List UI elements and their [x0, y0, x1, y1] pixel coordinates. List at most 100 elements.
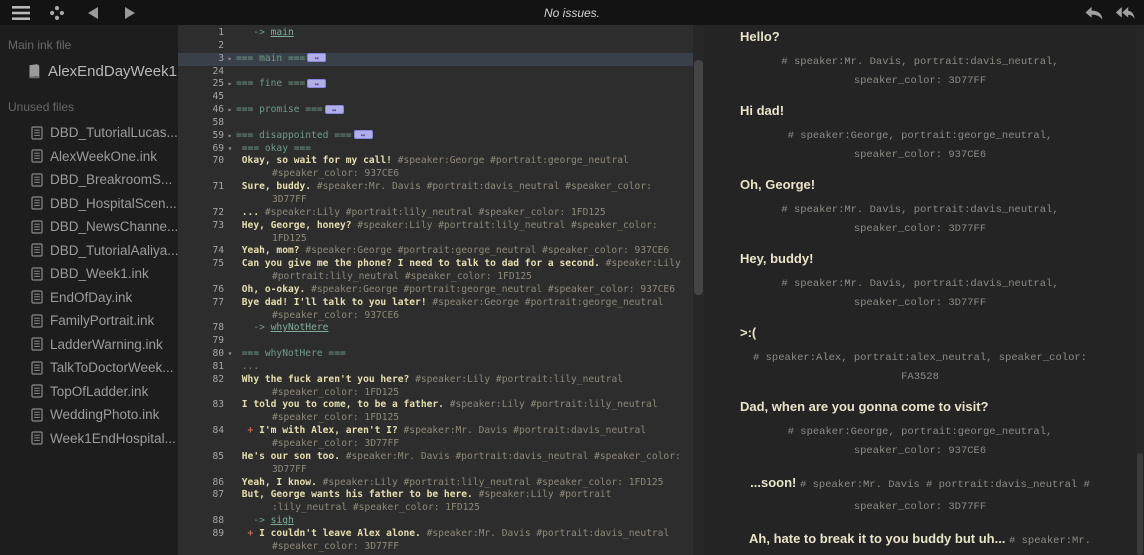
code-line[interactable]: 58 — [178, 117, 693, 130]
code-line[interactable]: 46 ▸ === promise === ↔ — [178, 104, 693, 117]
sidebar-file-item[interactable]: DBD_Week1.ink — [0, 262, 178, 286]
fold-gutter — [224, 451, 236, 464]
fold-badge[interactable]: ↔ — [353, 130, 373, 140]
code-line-wrap[interactable]: #portrait:lily_neutral #speaker_color: 1… — [178, 271, 693, 284]
fold-badge[interactable]: ↔ — [307, 53, 327, 63]
editor-scrollbar[interactable] — [693, 25, 704, 555]
code-line[interactable]: 88 -> sigh — [178, 515, 693, 528]
code-editor[interactable]: 1 -> main 2 3 ▸ === main === ↔ 24 25 ▸ === fine =… — [178, 25, 693, 555]
sidebar-file-item[interactable]: DBD_TutorialLucas... — [0, 121, 178, 145]
divert-link[interactable]: main — [271, 27, 294, 38]
fold-collapsed-icon[interactable]: ▸ — [224, 53, 236, 66]
file-name: DBD_NewsChanne... — [50, 219, 178, 235]
fold-gutter — [224, 40, 236, 53]
sidebar-file-item[interactable]: AlexWeekOne.ink — [0, 145, 178, 169]
undo-icon[interactable] — [1082, 4, 1104, 22]
code-line[interactable]: 72 ... #speaker:Lily #portrait:lily_neut… — [178, 207, 693, 220]
fold-collapsed-icon[interactable]: ▸ — [224, 78, 236, 91]
code-line-wrap[interactable]: #speaker_color: 3D77FF — [178, 541, 693, 554]
line-number: 45 — [212, 91, 224, 103]
code-line[interactable]: 89 + I couldn't leave Alex alone. #speak… — [178, 528, 693, 541]
code-line-wrap[interactable]: #speaker_color: 937CE6 — [178, 310, 693, 323]
code-segment-tag: #speaker:George #portrait:george_neutral… — [305, 245, 670, 257]
code-line[interactable]: 86 Yeah, I know. #speaker:Lily #portrait… — [178, 477, 693, 490]
code-line[interactable]: 78 -> whyNotHere — [178, 322, 693, 335]
code-line-wrap[interactable]: #speaker_color: 1FD125 — [178, 387, 693, 400]
divert-link[interactable]: sigh — [271, 515, 294, 526]
code-text: Why the fuck aren't you here? #speaker:L… — [236, 374, 693, 387]
code-line[interactable]: 87 But, George wants his father to be he… — [178, 489, 693, 502]
code-line[interactable]: 2 — [178, 40, 693, 53]
main-ink-file-item[interactable]: AlexEndDayWeek1... — [0, 59, 178, 83]
code-line-wrap[interactable]: #speaker_color: 937CE6 — [178, 168, 693, 181]
code-text: === main === ↔ — [236, 53, 693, 66]
line-number: 85 — [212, 450, 224, 462]
fold-gutter — [224, 91, 236, 104]
code-line[interactable]: 85 He's our son too. #speaker:Mr. Davis … — [178, 451, 693, 464]
code-line-wrap[interactable]: 1FD125 — [178, 233, 693, 246]
sidebar-file-item[interactable]: DBD_TutorialAaliya... — [0, 239, 178, 263]
sidebar-file-item[interactable]: Week1EndHospital... — [0, 427, 178, 451]
story-inline-line: ...soon! # speaker:Mr. Davis # portrait:… — [710, 473, 1130, 495]
code-segment-tag: #speaker:Mr. Davis #portrait:davis_neutr… — [316, 181, 652, 193]
unused-file-list: DBD_TutorialLucas... AlexWeekOne.ink DBD_B… — [0, 121, 178, 450]
code-segment-dialog: I'm with Alex, aren't I? — [259, 425, 404, 437]
code-line[interactable]: 79 — [178, 335, 693, 348]
sidebar-file-item[interactable]: WeddingPhoto.ink — [0, 403, 178, 427]
fold-open-icon[interactable]: ▾ — [224, 143, 236, 156]
story-dialogue-text: ...soon! — [750, 475, 800, 490]
code-line[interactable]: 59 ▸ === disappointed === ↔ — [178, 130, 693, 143]
code-line[interactable]: 25 ▸ === fine === ↔ — [178, 78, 693, 91]
code-line[interactable]: 3 ▸ === main === ↔ — [178, 52, 693, 66]
file-icon — [31, 431, 43, 445]
sidebar-file-item[interactable]: DBD_BreakroomS... — [0, 168, 178, 192]
code-line[interactable]: 74 Yeah, mom? #speaker:George #portrait:… — [178, 245, 693, 258]
fold-badge[interactable]: ↔ — [324, 104, 344, 114]
code-line[interactable]: 77 Bye dad! I'll talk to you later! #spe… — [178, 297, 693, 310]
rewind-icon[interactable] — [1114, 4, 1136, 22]
code-line[interactable]: 76 Oh, o-okay. #speaker:George #portrait… — [178, 284, 693, 297]
code-line[interactable]: 71 Sure, buddy. #speaker:Mr. Davis #port… — [178, 181, 693, 194]
sidebar-file-item[interactable]: TalkToDoctorWeek... — [0, 356, 178, 380]
sidebar-file-item[interactable]: DBD_HospitalScen... — [0, 192, 178, 216]
divert-link[interactable]: whyNotHere — [271, 322, 329, 333]
code-line-wrap[interactable]: #speaker_color: 3D77FF — [178, 438, 693, 451]
editor-scrollbar-thumb[interactable] — [694, 60, 703, 295]
back-icon[interactable] — [82, 4, 104, 22]
code-line[interactable]: 24 — [178, 66, 693, 79]
fold-open-icon[interactable]: ▾ — [224, 348, 236, 361]
sidebar-file-item[interactable]: EndOfDay.ink — [0, 286, 178, 310]
code-segment-tag: ... — [236, 360, 260, 372]
code-line[interactable]: 80 ▾ === whyNotHere === — [178, 348, 693, 361]
code-line[interactable]: 75 Can you give me the phone? I need to … — [178, 258, 693, 271]
code-line[interactable]: 1 -> main — [178, 27, 693, 40]
code-line-wrap[interactable]: #speaker_color: 1FD125 — [178, 412, 693, 425]
code-line[interactable]: 69 ▾ === okay === — [178, 143, 693, 156]
ink-clover-icon[interactable] — [46, 4, 68, 22]
player-scrollbar-thumb[interactable] — [1137, 453, 1143, 555]
code-line[interactable]: 73 Hey, George, honey? #speaker:Lily #po… — [178, 220, 693, 233]
code-segment-tag: #speaker:George #portrait:george_neutral — [432, 296, 664, 308]
code-line-wrap[interactable]: 3D77FF — [178, 464, 693, 477]
sidebar-file-item[interactable]: TopOfLadder.ink — [0, 380, 178, 404]
code-line[interactable]: 81 ... — [178, 361, 693, 374]
menu-icon[interactable] — [10, 4, 32, 22]
code-line[interactable]: 45 — [178, 91, 693, 104]
code-segment-dialog: Oh, o-okay. — [236, 283, 312, 295]
code-line[interactable]: 70 Okay, so wait for my call! #speaker:G… — [178, 155, 693, 168]
sidebar-file-item[interactable]: LadderWarning.ink — [0, 333, 178, 357]
fold-gutter — [224, 117, 236, 130]
sidebar-file-item[interactable]: FamilyPortrait.ink — [0, 309, 178, 333]
fold-badge[interactable]: ↔ — [307, 78, 327, 88]
forward-icon[interactable] — [118, 4, 140, 22]
code-line-wrap[interactable]: 3D77FF — [178, 194, 693, 207]
code-text: -> main — [236, 27, 693, 40]
code-line[interactable]: 83 I told you to come, to be a father. #… — [178, 399, 693, 412]
fold-collapsed-icon[interactable]: ▸ — [224, 130, 236, 143]
code-line-wrap[interactable]: :lily_neutral #speaker_color: 1FD125 — [178, 502, 693, 515]
fold-collapsed-icon[interactable]: ▸ — [224, 104, 236, 117]
code-line[interactable]: 84 + I'm with Alex, aren't I? #speaker:M… — [178, 425, 693, 438]
player-scrollbar[interactable] — [1136, 25, 1144, 555]
sidebar-file-item[interactable]: DBD_NewsChanne... — [0, 215, 178, 239]
code-line[interactable]: 82 Why the fuck aren't you here? #speake… — [178, 374, 693, 387]
